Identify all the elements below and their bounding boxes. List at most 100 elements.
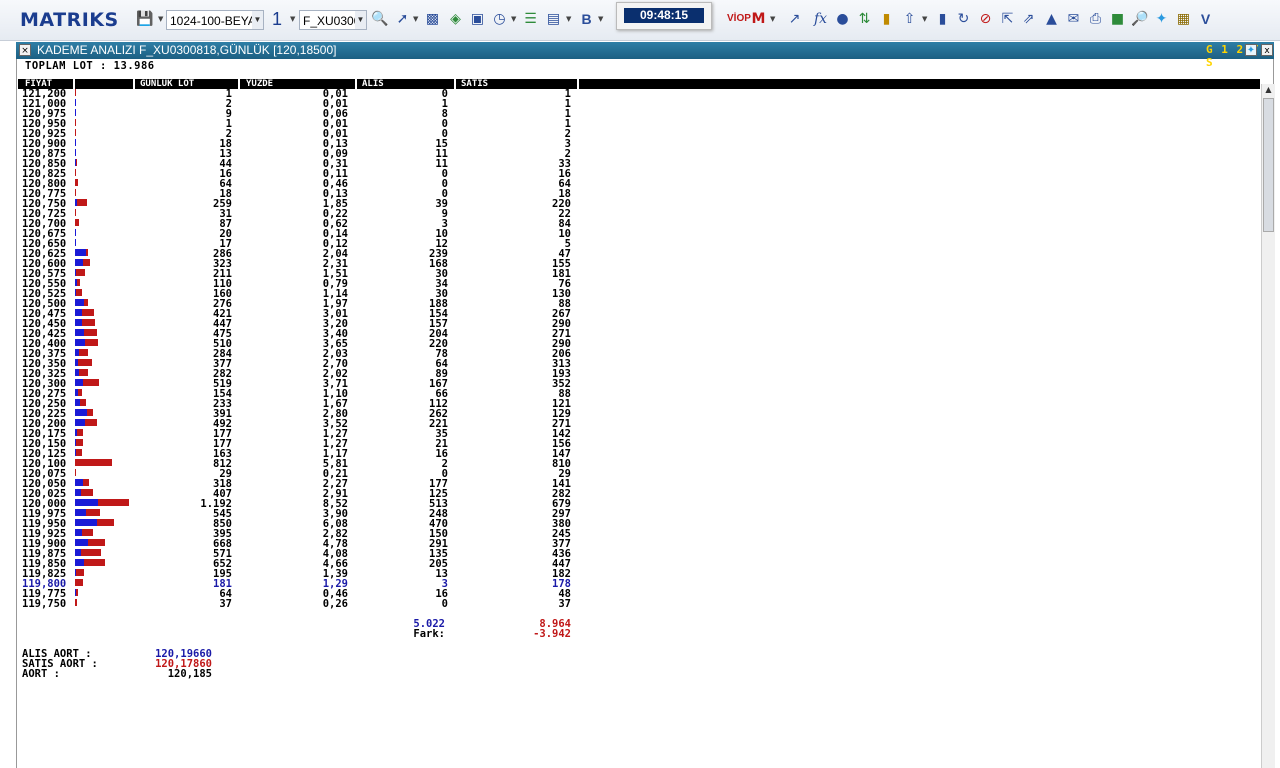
window-title-bar[interactable]: × KADEME ANALIZI F_XU0300818,GÜNLÜK [120…	[16, 42, 1274, 69]
vertical-scrollbar[interactable]: ▲	[1261, 84, 1275, 768]
table-row[interactable]: 119,975 545 3,90 248 297	[18, 509, 578, 520]
cube-icon[interactable]: ◈	[447, 11, 464, 28]
table-row[interactable]: 120,100 812 5,81 2 810	[18, 459, 578, 470]
chevron-down-icon[interactable]: ▼	[355, 11, 366, 29]
table-row[interactable]: 119,875 571 4,08 135 436	[18, 549, 578, 560]
table-row[interactable]: 121,200 1 0,01 0 1	[18, 89, 578, 100]
table-row[interactable]: 120,025 407 2,91 125 282	[18, 489, 578, 500]
window-menu-icon[interactable]: ×	[19, 44, 31, 56]
table-row[interactable]: 119,800 181 1,29 3 178	[18, 579, 578, 590]
traffic-light-icon[interactable]: ▮	[878, 11, 895, 28]
up-down-arrows-icon[interactable]: ⇅	[856, 11, 873, 28]
scrollbar-thumb[interactable]	[1263, 98, 1274, 232]
table-row[interactable]: 120,775 18 0,13 0 18	[18, 189, 578, 200]
user-icon[interactable]: ●	[834, 11, 851, 28]
export-icon[interactable]: ⇗	[1020, 11, 1037, 28]
twitter-icon[interactable]: ✦	[1153, 11, 1170, 28]
table-row[interactable]: 120,700 87 0,62 3 84	[18, 219, 578, 230]
bold-button[interactable]: B	[578, 11, 595, 28]
table-row[interactable]: 121,000 2 0,01 1 1	[18, 99, 578, 110]
table-row[interactable]: 120,950 1 0,01 0 1	[18, 119, 578, 130]
table-row[interactable]: 119,825 195 1,39 13 182	[18, 569, 578, 580]
table-row[interactable]: 120,250 233 1,67 112 121	[18, 399, 578, 410]
column-header-buy[interactable]: ALIS	[362, 79, 384, 89]
table-row[interactable]: 120,725 31 0,22 9 22	[18, 209, 578, 220]
fx-button[interactable]: fx	[812, 11, 829, 28]
column-header-sell[interactable]: SATIS	[461, 79, 488, 89]
close-icon[interactable]: x	[1261, 44, 1273, 56]
layout-dropdown-arrow[interactable]: ▼	[566, 15, 571, 23]
table-row[interactable]: 120,200 492 3,52 221 271	[18, 419, 578, 430]
table-row[interactable]: 119,900 668 4,78 291 377	[18, 539, 578, 550]
monitor-icon[interactable]: ▣	[469, 11, 486, 28]
document-icon[interactable]: ▮	[934, 11, 951, 28]
cancel-icon[interactable]: ⊘	[977, 11, 994, 28]
table-row[interactable]: 120,450 447 3,20 157 290	[18, 319, 578, 330]
symbol-combo[interactable]: F_XU0300 ▼	[299, 10, 367, 30]
table-row[interactable]: 120,650 17 0,12 12 5	[18, 239, 578, 250]
draw-tool-icon[interactable]: ➚	[394, 11, 411, 28]
table-row[interactable]: 120,300 519 3,71 167 352	[18, 379, 578, 390]
table-row[interactable]: 120,525 160 1,14 30 130	[18, 289, 578, 300]
table-row[interactable]: 120,475 421 3,01 154 267	[18, 309, 578, 320]
bar-chart-icon[interactable]: ▩	[424, 11, 441, 28]
search-icon[interactable]: 🔎	[1131, 11, 1148, 28]
table-row[interactable]: 120,825 16 0,11 0 16	[18, 169, 578, 180]
viop-button[interactable]: VİOP	[727, 13, 751, 24]
table-row[interactable]: 120,000 1.192 8,52 513 679	[18, 499, 578, 510]
scroll-up-icon[interactable]: ▲	[1263, 84, 1274, 96]
table-row[interactable]: 120,125 163 1,17 16 147	[18, 449, 578, 460]
layout-icon[interactable]: ▤	[545, 11, 562, 28]
table-row[interactable]: 120,150 177 1,27 21 156	[18, 439, 578, 450]
chat-icon[interactable]: ■	[1109, 11, 1126, 28]
table-row[interactable]: 120,500 276 1,97 188 88	[18, 299, 578, 310]
table-row[interactable]: 120,625 286 2,04 239 47	[18, 249, 578, 260]
table-row[interactable]: 120,175 177 1,27 35 142	[18, 429, 578, 440]
table-row[interactable]: 120,925 2 0,01 0 2	[18, 129, 578, 140]
table-row[interactable]: 120,800 64 0,46 0 64	[18, 179, 578, 190]
bell-icon[interactable]: ▲	[1043, 11, 1060, 28]
table-row[interactable]: 120,325 282 2,02 89 193	[18, 369, 578, 380]
clock-dropdown-arrow[interactable]: ▼	[511, 15, 516, 23]
page-number-selector[interactable]: 1	[272, 9, 282, 30]
table-row[interactable]: 120,350 377 2,70 64 313	[18, 359, 578, 370]
list-icon[interactable]: ☰	[522, 11, 539, 28]
upload-dropdown-arrow[interactable]: ▼	[922, 15, 927, 23]
upload-icon[interactable]: ⇧	[901, 11, 918, 28]
mail-icon[interactable]: ✉	[1065, 11, 1082, 28]
line-chart-icon[interactable]: ↗	[786, 11, 803, 28]
book-icon[interactable]: ▦	[1175, 11, 1192, 28]
clock-icon[interactable]: ◷	[491, 11, 508, 28]
table-row[interactable]: 120,400 510 3,65 220 290	[18, 339, 578, 350]
table-row[interactable]: 119,750 37 0,26 0 37	[18, 599, 578, 610]
table-row[interactable]: 120,600 323 2,31 168 155	[18, 259, 578, 270]
table-row[interactable]: 119,850 652 4,66 205 447	[18, 559, 578, 570]
table-row[interactable]: 120,375 284 2,03 78 206	[18, 349, 578, 360]
table-row[interactable]: 120,675 20 0,14 10 10	[18, 229, 578, 240]
table-row[interactable]: 119,950 850 6,08 470 380	[18, 519, 578, 530]
twitter-icon[interactable]: ✦	[1245, 44, 1257, 56]
table-row[interactable]: 120,050 318 2,27 177 141	[18, 479, 578, 490]
v-icon[interactable]: V	[1197, 11, 1214, 28]
column-header-daily-lot[interactable]: GUNLUK LOT	[140, 79, 194, 89]
m-icon[interactable]: M	[750, 11, 767, 28]
save-icon[interactable]: 💾	[136, 11, 153, 28]
table-row[interactable]: 120,275 154 1,10 66 88	[18, 389, 578, 400]
bold-dropdown-arrow[interactable]: ▼	[598, 15, 603, 23]
print-icon[interactable]: ⎙	[1087, 11, 1104, 28]
table-row[interactable]: 120,850 44 0,31 11 33	[18, 159, 578, 170]
table-row[interactable]: 120,075 29 0,21 0 29	[18, 469, 578, 480]
table-row[interactable]: 120,575 211 1,51 30 181	[18, 269, 578, 280]
column-header-percent[interactable]: YUZDE	[246, 79, 273, 89]
page-dropdown-arrow[interactable]: ▼	[290, 15, 295, 23]
refresh-icon[interactable]: ↻	[955, 11, 972, 28]
table-row[interactable]: 119,775 64 0,46 16 48	[18, 589, 578, 600]
layout-combo[interactable]: 1024-100-BEYA ▼	[166, 10, 264, 30]
table-row[interactable]: 120,875 13 0,09 11 2	[18, 149, 578, 160]
table-row[interactable]: 120,225 391 2,80 262 129	[18, 409, 578, 420]
m-dropdown-arrow[interactable]: ▼	[770, 15, 775, 23]
table-row[interactable]: 119,925 395 2,82 150 245	[18, 529, 578, 540]
table-row[interactable]: 120,550 110 0,79 34 76	[18, 279, 578, 290]
table-row[interactable]: 120,750 259 1,85 39 220	[18, 199, 578, 210]
draw-dropdown-arrow[interactable]: ▼	[413, 15, 418, 23]
